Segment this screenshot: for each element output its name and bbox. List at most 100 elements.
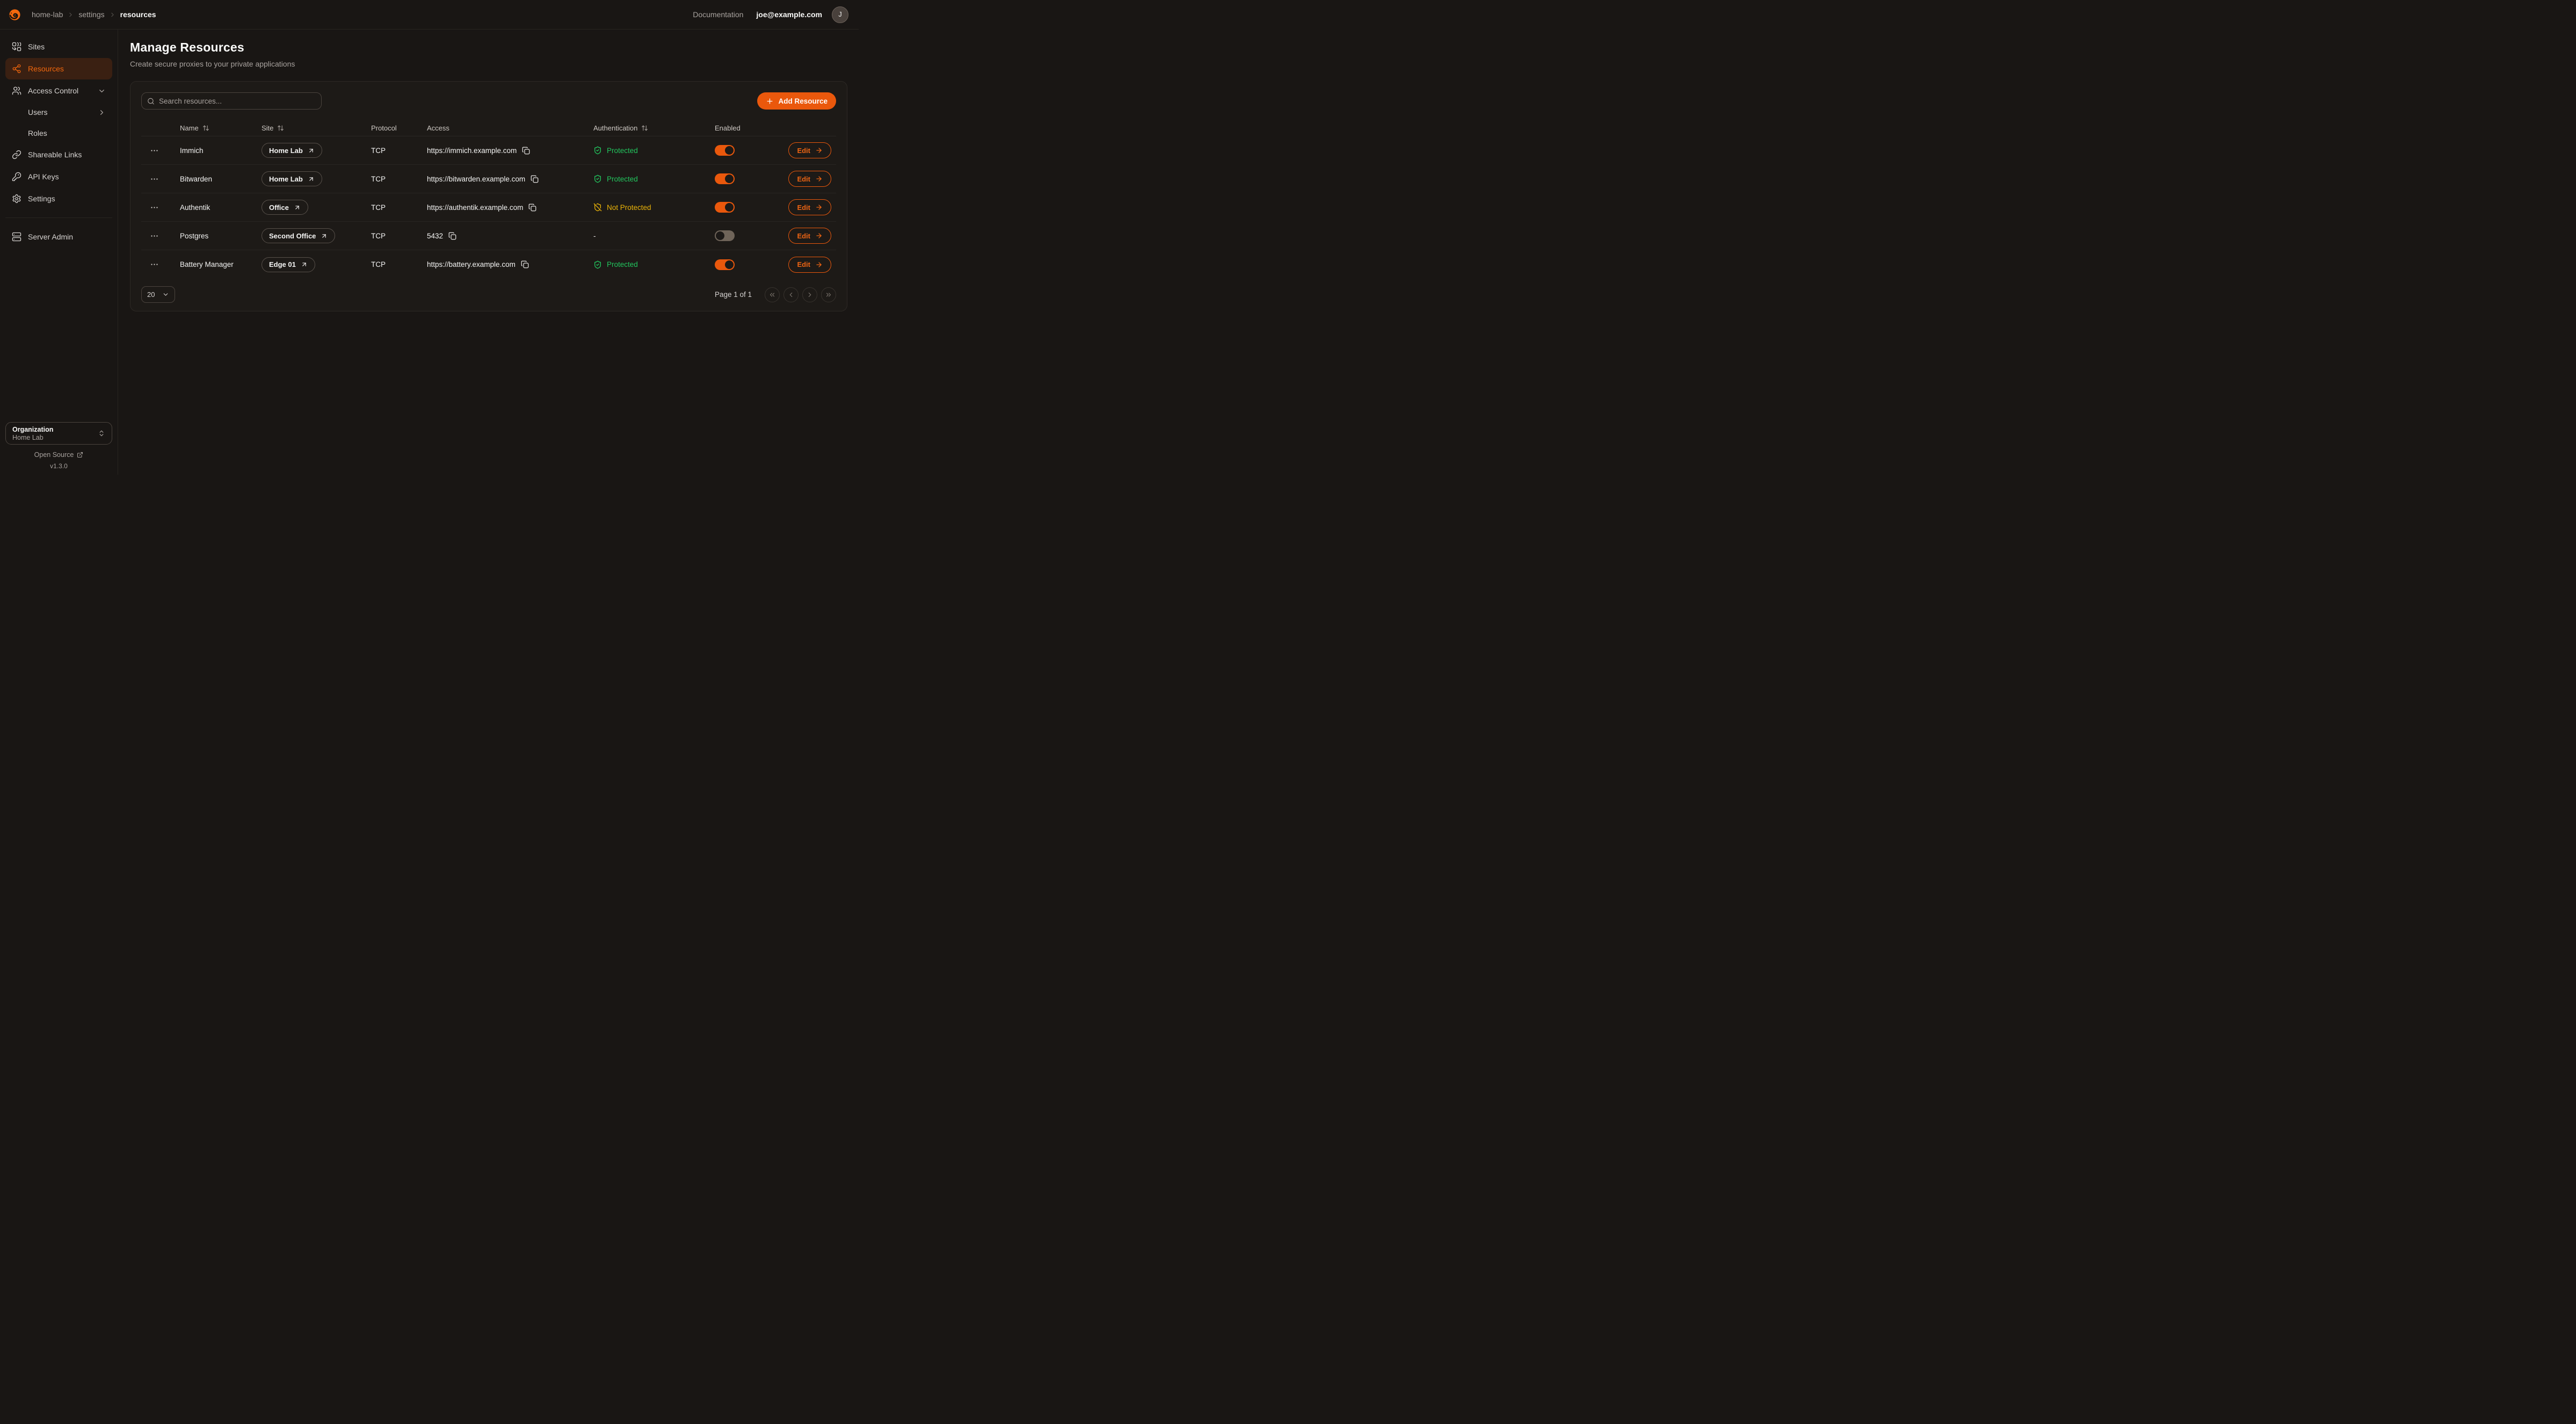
chevrons-up-down-icon — [98, 430, 105, 437]
org-selector-title: Organization — [12, 426, 53, 433]
resource-name: Postgres — [180, 232, 208, 240]
sort-icon — [277, 125, 284, 132]
copy-icon[interactable] — [448, 232, 456, 240]
arrow-up-right-icon — [301, 261, 308, 268]
version-label: v1.3.0 — [5, 462, 112, 470]
user-email[interactable]: joe@example.com — [756, 10, 822, 19]
resource-name: Bitwarden — [180, 175, 212, 183]
documentation-link[interactable]: Documentation — [693, 10, 743, 19]
edit-button[interactable]: Edit — [788, 142, 831, 158]
site-link[interactable]: Home Lab — [262, 143, 322, 158]
previous-page-button[interactable] — [783, 287, 799, 302]
table-header: Name Site Protocol Access Authentication… — [141, 120, 836, 136]
sort-icon — [641, 125, 648, 132]
column-header-authentication[interactable]: Authentication — [580, 124, 702, 132]
sidebar-item-api-keys[interactable]: API Keys — [5, 166, 112, 187]
chevron-right-icon — [806, 291, 814, 299]
edit-button[interactable]: Edit — [788, 199, 831, 215]
organization-selector[interactable]: Organization Home Lab — [5, 422, 112, 445]
sidebar-divider — [5, 217, 112, 218]
enabled-toggle[interactable] — [715, 202, 735, 213]
arrow-up-right-icon — [321, 233, 328, 239]
open-source-link[interactable]: Open Source — [5, 451, 112, 459]
add-resource-button[interactable]: Add Resource — [757, 92, 836, 110]
breadcrumb-org[interactable]: home-lab — [32, 10, 63, 19]
copy-icon[interactable] — [522, 147, 530, 155]
server-icon — [12, 232, 21, 242]
access-url: https://immich.example.com — [427, 147, 517, 155]
resources-card: Add Resource Name Site Protocol Access A… — [130, 81, 847, 311]
sort-icon — [202, 125, 209, 132]
sidebar-item-access-control[interactable]: Access Control — [5, 80, 112, 101]
arrow-right-icon — [815, 232, 823, 239]
page-size-select[interactable]: 20 — [141, 286, 175, 303]
search-input[interactable] — [159, 97, 316, 105]
arrow-right-icon — [815, 175, 823, 183]
page-title: Manage Resources — [130, 40, 847, 55]
resource-name: Immich — [180, 147, 204, 155]
access-url: https://authentik.example.com — [427, 204, 523, 212]
row-menu-button[interactable] — [150, 260, 159, 269]
auth-status: Not Protected — [593, 203, 651, 212]
column-header-site[interactable]: Site — [249, 124, 358, 132]
auth-status: Protected — [593, 260, 638, 269]
arrow-right-icon — [815, 147, 823, 154]
link-icon — [12, 150, 21, 159]
combine-icon — [12, 42, 21, 52]
resource-name: Battery Manager — [180, 260, 234, 268]
enabled-toggle[interactable] — [715, 145, 735, 156]
breadcrumb-settings[interactable]: settings — [78, 10, 104, 19]
site-link[interactable]: Office — [262, 200, 308, 215]
sidebar-item-roles[interactable]: Roles — [5, 123, 112, 143]
protocol-value: TCP — [371, 232, 386, 240]
avatar[interactable]: J — [832, 6, 848, 23]
sidebar-item-shareable-links[interactable]: Shareable Links — [5, 144, 112, 165]
gear-icon — [12, 194, 21, 204]
breadcrumb: home-lab settings resources — [32, 10, 156, 19]
site-link[interactable]: Edge 01 — [262, 257, 315, 272]
sidebar-item-settings[interactable]: Settings — [5, 188, 112, 209]
protocol-value: TCP — [371, 147, 386, 155]
enabled-toggle[interactable] — [715, 173, 735, 184]
main-content: Manage Resources Create secure proxies t… — [118, 30, 859, 475]
copy-icon[interactable] — [521, 260, 529, 268]
row-menu-button[interactable] — [150, 203, 159, 212]
first-page-button[interactable] — [765, 287, 780, 302]
sidebar: Sites Resources Access Control Users Rol… — [0, 30, 118, 475]
edit-button[interactable]: Edit — [788, 257, 831, 273]
arrow-right-icon — [815, 261, 823, 268]
protocol-value: TCP — [371, 204, 386, 212]
plus-icon — [766, 97, 774, 105]
sidebar-item-users[interactable]: Users — [5, 102, 112, 122]
chevrons-left-icon — [768, 291, 776, 299]
chevron-down-icon — [162, 291, 169, 298]
row-menu-button[interactable] — [150, 146, 159, 155]
enabled-toggle[interactable] — [715, 230, 735, 241]
sidebar-item-sites[interactable]: Sites — [5, 36, 112, 57]
edit-button[interactable]: Edit — [788, 171, 831, 187]
sidebar-item-resources[interactable]: Resources — [5, 58, 112, 79]
sidebar-item-server-admin[interactable]: Server Admin — [5, 226, 112, 248]
chevron-left-icon — [787, 291, 795, 299]
breadcrumb-resources[interactable]: resources — [120, 10, 156, 19]
page-subtitle: Create secure proxies to your private ap… — [130, 60, 847, 68]
site-link[interactable]: Home Lab — [262, 171, 322, 186]
shield-off-icon — [593, 203, 602, 212]
protocol-value: TCP — [371, 175, 386, 183]
org-selector-value: Home Lab — [12, 434, 53, 441]
copy-icon[interactable] — [531, 175, 539, 183]
chevron-right-icon — [109, 11, 116, 18]
site-link[interactable]: Second Office — [262, 228, 335, 243]
next-page-button[interactable] — [802, 287, 817, 302]
edit-button[interactable]: Edit — [788, 228, 831, 244]
access-url: https://battery.example.com — [427, 260, 516, 268]
enabled-toggle[interactable] — [715, 259, 735, 270]
column-header-name[interactable]: Name — [167, 124, 249, 132]
resource-name: Authentik — [180, 204, 210, 212]
row-menu-button[interactable] — [150, 175, 159, 184]
arrow-up-right-icon — [308, 147, 315, 154]
row-menu-button[interactable] — [150, 231, 159, 241]
last-page-button[interactable] — [821, 287, 836, 302]
ellipsis-icon — [150, 260, 159, 269]
copy-icon[interactable] — [528, 204, 536, 212]
